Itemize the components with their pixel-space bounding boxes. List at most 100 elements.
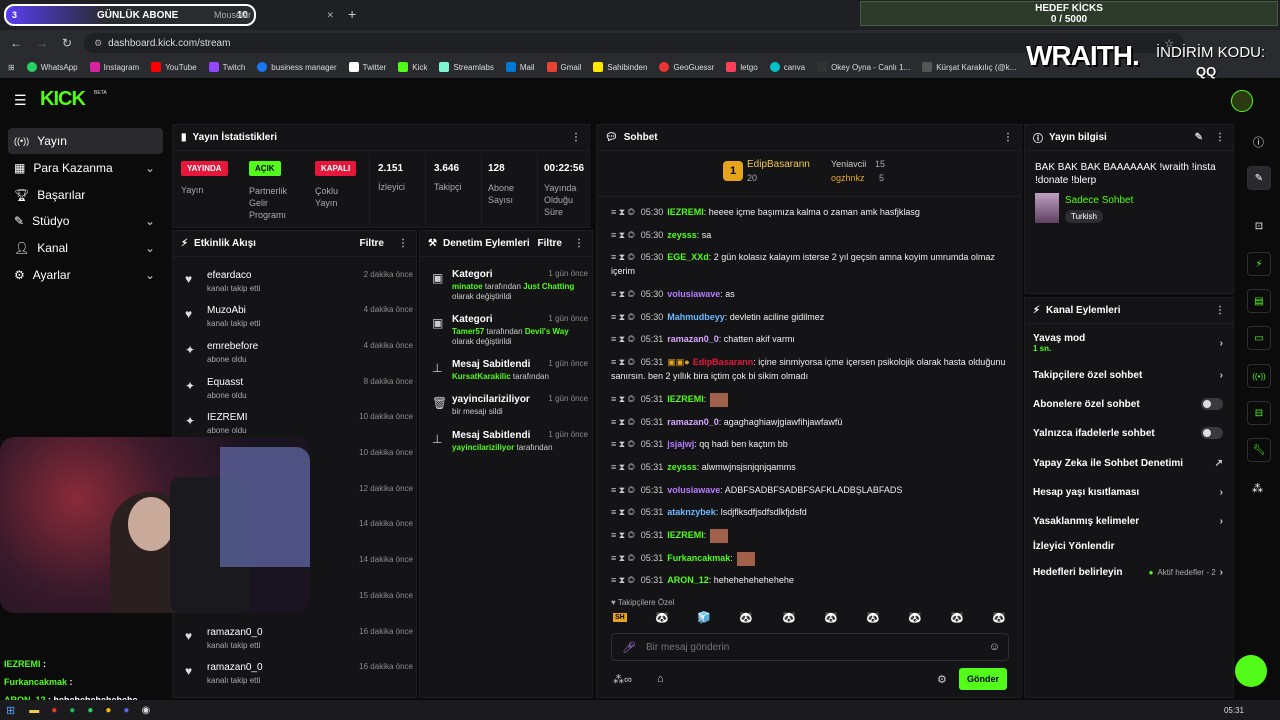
message-actions-icon[interactable]: ≡ ⧗ ◎ <box>611 575 635 585</box>
tab-mouselar[interactable]: Mouselar ✕ <box>190 4 340 26</box>
message-user[interactable]: EdipBasarann <box>693 357 754 367</box>
more-icon[interactable]: ⋮ <box>1215 132 1225 143</box>
bookmark-kursat[interactable]: Kürşat Karakılıç (@k... <box>922 62 1016 72</box>
bookmark-okey[interactable]: Okey Oyna - Canlı 1... <box>817 62 910 72</box>
message-actions-icon[interactable]: ≡ ⧗ ◎ <box>611 439 635 449</box>
list-item[interactable]: ♥ MuzoAbi kanalı takip etti 4 dakika önce <box>183 302 413 336</box>
list-item[interactable]: ▣ Kategori 1 gün önce minatoe tarafından Ju… <box>428 269 588 305</box>
redirect-viewers-row[interactable]: İzleyici Yönlendir <box>1025 533 1233 559</box>
apps-icon[interactable]: ⊞ <box>8 63 15 72</box>
message-user[interactable]: jsjajwj <box>667 439 694 449</box>
message-user[interactable]: ramazan0_0 <box>667 417 719 427</box>
chat-message[interactable]: ≡ ⧗ ◎ 05:31 ▣▣● EdipBasarann: içine sinmiyo… <box>611 355 1011 383</box>
sidebar-item-kanal[interactable]: 👤︎ Kanal ⌄ <box>8 235 163 261</box>
bookmark-youtube[interactable]: YouTube <box>151 62 197 72</box>
list-item[interactable]: ♥ efeardaco kanalı takip etti 2 dakika önce <box>183 267 413 301</box>
message-actions-icon[interactable]: ≡ ⧗ ◎ <box>611 417 635 427</box>
store-icon[interactable]: ⌂ <box>657 673 664 685</box>
chat-message[interactable]: ≡ ⧗ ◎ 05:31 ramazan0_0: agaghaghiawjgiawfi… <box>611 415 1011 429</box>
emote-icon[interactable]: 🧊 <box>697 611 711 624</box>
message-actions-icon[interactable]: ≡ ⧗ ◎ <box>611 207 635 217</box>
message-actions-icon[interactable]: ≡ ⧗ ◎ <box>611 312 635 322</box>
list-item[interactable]: ✦ Equasst abone oldu 8 dakika önce <box>183 374 413 408</box>
list-item[interactable]: 🗑 yayincilariziliyor 1 gün önce bir mesajı … <box>428 394 588 420</box>
message-actions-icon[interactable]: ≡ ⧗ ◎ <box>611 334 635 344</box>
category-link[interactable]: Sadece Sohbet <box>1065 195 1133 206</box>
whatsapp-icon[interactable]: ● <box>87 705 93 716</box>
list-item[interactable]: ♥ ramazan0_0 kanalı takip etti 16 dakika ön… <box>183 659 413 693</box>
bookmark-streamlabs[interactable]: Streamlabs <box>439 62 494 72</box>
start-icon[interactable]: ⊞ <box>6 704 15 717</box>
emote-icon[interactable]: 🐼 <box>655 611 669 624</box>
bookmark-gmail[interactable]: Gmail <box>546 62 581 72</box>
message-actions-icon[interactable]: ≡ ⧗ ◎ <box>611 462 635 472</box>
chat-message[interactable]: ≡ ⧗ ◎ 05:31 volusiawave: ADBFSADBFSADBFSAF… <box>611 483 1011 497</box>
message-user[interactable]: volusiawave <box>667 289 720 299</box>
more-icon[interactable]: ⋮ <box>1003 132 1013 143</box>
kick-logo[interactable]: KICK <box>40 88 86 111</box>
chat-message[interactable]: ≡ ⧗ ◎ 05:30 EGE_XXd: 2 gün kolasız kalayım… <box>611 250 1011 278</box>
bookmark-instagram[interactable]: Instagram <box>89 62 139 72</box>
chat-input[interactable] <box>645 641 976 653</box>
info-icon[interactable]: ⓘ <box>1253 134 1264 150</box>
chat-message[interactable]: ≡ ⧗ ◎ 05:30 zeysss: sa <box>611 228 1011 242</box>
avatar[interactable] <box>1231 90 1253 112</box>
bookmark-twitter[interactable]: Twitter <box>348 62 386 72</box>
help-fab[interactable] <box>1235 655 1267 687</box>
message-user[interactable]: IEZREMI <box>667 530 704 540</box>
list-item[interactable]: ▣ Kategori 1 gün önce Tamer57 tarafından De… <box>428 314 588 350</box>
chat-message[interactable]: ≡ ⧗ ◎ 05:30 IEZREMI: heeee içme başımıza k… <box>611 205 1011 219</box>
chat-message[interactable]: ≡ ⧗ ◎ 05:30 Mahmudbeyy: devletin aciline g… <box>611 310 1011 324</box>
list-item[interactable]: ⊥ Mesaj Sabitlendi 1 gün önce yayincilarizi… <box>428 430 588 456</box>
more-icon[interactable]: ⋮ <box>398 238 408 249</box>
layout-icon[interactable]: ⊟ <box>1247 401 1271 425</box>
emote-icon[interactable]: 🐼 <box>824 611 838 624</box>
app-icon[interactable]: ● <box>51 705 57 716</box>
emotes-only-toggle[interactable] <box>1201 427 1223 439</box>
emote-icon[interactable]: 🐼 <box>739 611 753 624</box>
chat-message[interactable]: ≡ ⧗ ◎ 05:31 ataknzybek: lsdjflksdfjsdfsdlk… <box>611 505 1011 519</box>
emote-icon[interactable]: 🐼 <box>950 611 964 624</box>
bookmark-mail[interactable]: Mail <box>505 62 535 72</box>
chat-message[interactable]: ≡ ⧗ ◎ 05:31 ramazan0_0: chatten akif varmı <box>611 332 1011 346</box>
emote-sh-icon[interactable]: SH <box>613 613 627 622</box>
message-user[interactable]: Mahmudbeyy <box>667 312 725 322</box>
bookmark-letgo[interactable]: letgo <box>726 62 758 72</box>
message-user[interactable]: ataknzybek <box>667 507 716 517</box>
list-item[interactable]: ♥ ramazan0_0 kanalı takip etti 16 dakika ön… <box>183 624 413 658</box>
more-icon[interactable]: ⋮ <box>574 238 584 249</box>
sidebar-item-studyo[interactable]: ✎ Stüdyo ⌄ <box>8 208 163 234</box>
message-user[interactable]: IEZREMI <box>667 394 704 404</box>
message-actions-icon[interactable]: ≡ ⧗ ◎ <box>611 230 635 240</box>
sidebar-item-para-kazanma[interactable]: ▦ Para Kazanma ⌄ <box>8 155 163 181</box>
followers-only-row[interactable]: Takipçilere özel sohbet › <box>1025 362 1233 388</box>
message-user[interactable]: ramazan0_0 <box>667 334 719 344</box>
bookmark-kick[interactable]: Kick <box>398 62 427 72</box>
chat-bubble-icon[interactable]: ▭ <box>1247 326 1271 350</box>
message-user[interactable]: EGE_XXd <box>667 252 709 262</box>
filter-button[interactable]: Filtre <box>360 238 384 249</box>
menu-icon[interactable]: ☰ <box>14 92 27 109</box>
chat-message[interactable]: ≡ ⧗ ◎ 05:31 jsjajwj: qq hadi ben kaçtım bb <box>611 437 1011 451</box>
chrome-icon[interactable]: ● <box>105 705 111 716</box>
list-item[interactable]: ⊥ Mesaj Sabitlendi 1 gün önce KursatKarakil… <box>428 359 588 385</box>
message-actions-icon[interactable]: ≡ ⧗ ◎ <box>611 357 635 367</box>
set-goals-row[interactable]: Hedefleri belirleyin ● Aktif hedefler - 2 › <box>1025 559 1233 585</box>
bookmark-whatsapp[interactable]: WhatsApp <box>26 62 78 72</box>
bookmark-geoguessr[interactable]: GeoGuessr <box>659 62 714 72</box>
bookmark-canva[interactable]: canva <box>769 62 805 72</box>
capture-icon[interactable]: ⊡ <box>1247 214 1271 238</box>
tools-icon[interactable]: ⁂∞ <box>613 673 632 686</box>
emote-icon[interactable]: 🐼 <box>866 611 880 624</box>
sidebar-item-basarilar[interactable]: 🏆︎ Başarılar <box>8 182 163 208</box>
gifter-2-name[interactable]: Yeniavcii <box>831 159 866 169</box>
new-tab-button[interactable]: + <box>348 6 356 22</box>
file-explorer-icon[interactable]: ▬ <box>29 705 39 716</box>
chat-message[interactable]: ≡ ⧗ ◎ 05:31 IEZREMI: <box>611 392 1011 407</box>
chat-input-box[interactable]: 🎤︎ ☺ <box>611 633 1009 661</box>
url-field[interactable]: ⚙ dashboard.kick.com/stream ☆ <box>84 33 1185 53</box>
gifter-3-name[interactable]: ogzhnkz <box>831 173 865 183</box>
close-icon[interactable]: ✕ <box>326 10 334 21</box>
bolt-icon[interactable]: ⚡︎ <box>1247 252 1271 276</box>
chat-message[interactable]: ≡ ⧗ ◎ 05:31 Furkancakmak: <box>611 551 1011 566</box>
